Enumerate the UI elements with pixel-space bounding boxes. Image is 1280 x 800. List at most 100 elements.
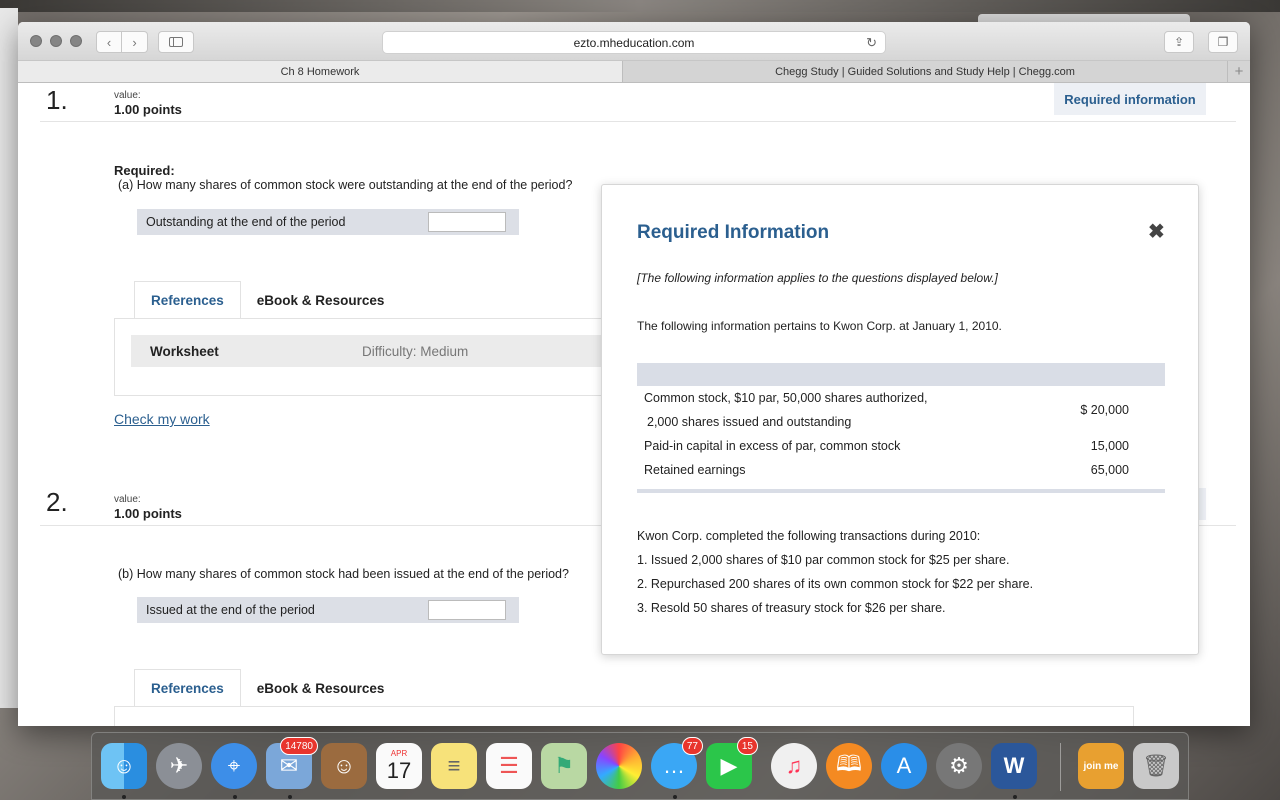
list-item: 2. Repurchased 200 shares of its own com… [637,577,1034,591]
appstore-icon[interactable]: A [881,743,927,789]
history-navigation: ‹ › [96,31,148,53]
list-item: 3. Resold 50 shares of treasury stock fo… [637,601,946,615]
calendar-day: 17 [386,757,412,783]
modal-title: Required Information [637,222,830,243]
question-number: 1. [46,85,68,115]
reference-panel [114,706,1134,726]
tab-ch8-homework[interactable]: Ch 8 Homework [18,61,623,82]
reference-tabs: References eBook & Resources [134,281,400,319]
transactions-intro: Kwon Corp. completed the following trans… [637,529,981,543]
answer-row: Issued at the end of the period [137,597,519,623]
outstanding-shares-input[interactable] [428,212,506,232]
sidebar-icon [169,37,183,47]
row-label: Retained earnings [644,463,746,477]
reminders-icon[interactable]: ☰ [486,743,532,789]
required-label: Required: [114,163,175,178]
check-my-work-link[interactable]: Check my work [114,411,210,427]
itunes-icon[interactable]: ♫ [771,743,817,789]
calendar-icon[interactable]: APR 17 [376,743,422,789]
trash-icon[interactable]: 🗑 [1133,743,1179,789]
worksheet-row[interactable]: Worksheet Difficulty: Medium [131,335,611,367]
tab-references[interactable]: References [134,281,241,319]
tab-ebook-resources[interactable]: eBook & Resources [241,669,401,707]
finder-icon[interactable]: ☺ [101,743,147,789]
facetime-badge: 15 [736,737,758,755]
calendar-month: APR [390,748,408,758]
forward-button[interactable]: › [122,31,148,53]
joinme-icon[interactable]: join me [1078,743,1124,789]
background-app-toolbar [0,0,1280,12]
reload-icon[interactable]: ↻ [866,35,877,51]
word-icon[interactable]: W [991,743,1037,789]
value-label: value: [114,90,141,101]
running-indicator [122,795,126,799]
table-row: Retained earnings 65,000 [637,463,1165,487]
row-value: 65,000 [1090,463,1129,477]
sidebar-toggle-button[interactable] [158,31,194,53]
modal-intro: The following information pertains to Kw… [637,319,1002,333]
points-value: 1.00 points [114,506,182,521]
launchpad-icon[interactable]: ✈ [156,743,202,789]
table-footer-band [637,489,1165,493]
tab-chegg-study[interactable]: Chegg Study | Guided Solutions and Study… [623,61,1228,82]
close-window-button[interactable] [30,35,42,47]
difficulty-label: Difficulty: Medium [362,343,469,359]
answer-label: Issued at the end of the period [146,603,315,617]
value-label: value: [114,494,141,505]
mail-icon[interactable]: ✉ 14780 [266,737,318,789]
question-prompt: (a) How many shares of common stock were… [118,178,573,192]
question-divider [40,121,1236,122]
row-label: Paid-in capital in excess of par, common… [644,439,901,453]
dock: ☺ ✈ ⌖ ✉ 14780 ☺ APR 17 ≡ ☰ ⚑ … 77 ▶ 15 ♫… [91,732,1189,800]
window-controls [30,35,82,47]
row-label: Common stock, $10 par, 50,000 shares aut… [644,391,928,405]
minimize-window-button[interactable] [50,35,62,47]
share-icon: ⇪ [1173,35,1185,49]
question-number: 2. [46,487,68,517]
close-icon[interactable]: ✖ [1148,219,1165,244]
ibooks-icon[interactable]: 🕮 [826,743,872,789]
modal-note: [The following information applies to th… [637,271,998,285]
maps-icon[interactable]: ⚑ [541,743,587,789]
tabs-overview-icon: ❐ [1217,35,1229,49]
chevron-right-icon: › [132,34,137,50]
joinme-label: join me [1083,760,1119,772]
notes-icon[interactable]: ≡ [431,743,477,789]
mail-badge: 14780 [280,737,318,755]
messages-badge: 77 [681,737,703,755]
running-indicator [1013,795,1017,799]
table-row: Common stock, $10 par, 50,000 shares aut… [637,391,1165,439]
row-value: 15,000 [1090,439,1129,453]
new-tab-button[interactable]: + [1228,61,1250,82]
back-button[interactable]: ‹ [96,31,122,53]
list-item: 1. Issued 2,000 shares of $10 par common… [637,553,1010,567]
title-bar: ‹ › ezto.mheducation.com ↻ ⇪ ❐ [18,22,1250,61]
word-glyph: W [1003,753,1025,778]
tab-bar: Ch 8 Homework Chegg Study | Guided Solut… [18,61,1250,83]
facetime-icon[interactable]: ▶ 15 [706,737,758,789]
address-bar[interactable]: ezto.mheducation.com ↻ [382,31,886,54]
messages-icon[interactable]: … 77 [651,737,703,789]
required-information-button[interactable]: Required information [1054,83,1206,115]
zoom-window-button[interactable] [70,35,82,47]
row-label: 2,000 shares issued and outstanding [647,415,852,429]
table-header-band [637,363,1165,386]
share-button[interactable]: ⇪ [1164,31,1194,53]
plus-icon: + [1234,63,1244,80]
safari-icon[interactable]: ⌖ [211,743,257,789]
question-prompt: (b) How many shares of common stock had … [118,567,569,581]
chevron-left-icon: ‹ [106,34,112,50]
show-tabs-button[interactable]: ❐ [1208,31,1238,53]
running-indicator [673,795,677,799]
url-text: ezto.mheducation.com [573,35,695,50]
issued-shares-input[interactable] [428,600,506,620]
points-value: 1.00 points [114,102,182,117]
transactions-list: 1. Issued 2,000 shares of $10 par common… [637,553,1033,625]
photos-icon[interactable] [596,743,642,789]
contacts-icon[interactable]: ☺ [321,743,367,789]
tab-ebook-resources[interactable]: eBook & Resources [241,281,401,319]
dock-separator [1060,743,1061,791]
tab-references[interactable]: References [134,669,241,707]
system-preferences-icon[interactable]: ⚙ [936,743,982,789]
table-row: Paid-in capital in excess of par, common… [637,439,1165,463]
